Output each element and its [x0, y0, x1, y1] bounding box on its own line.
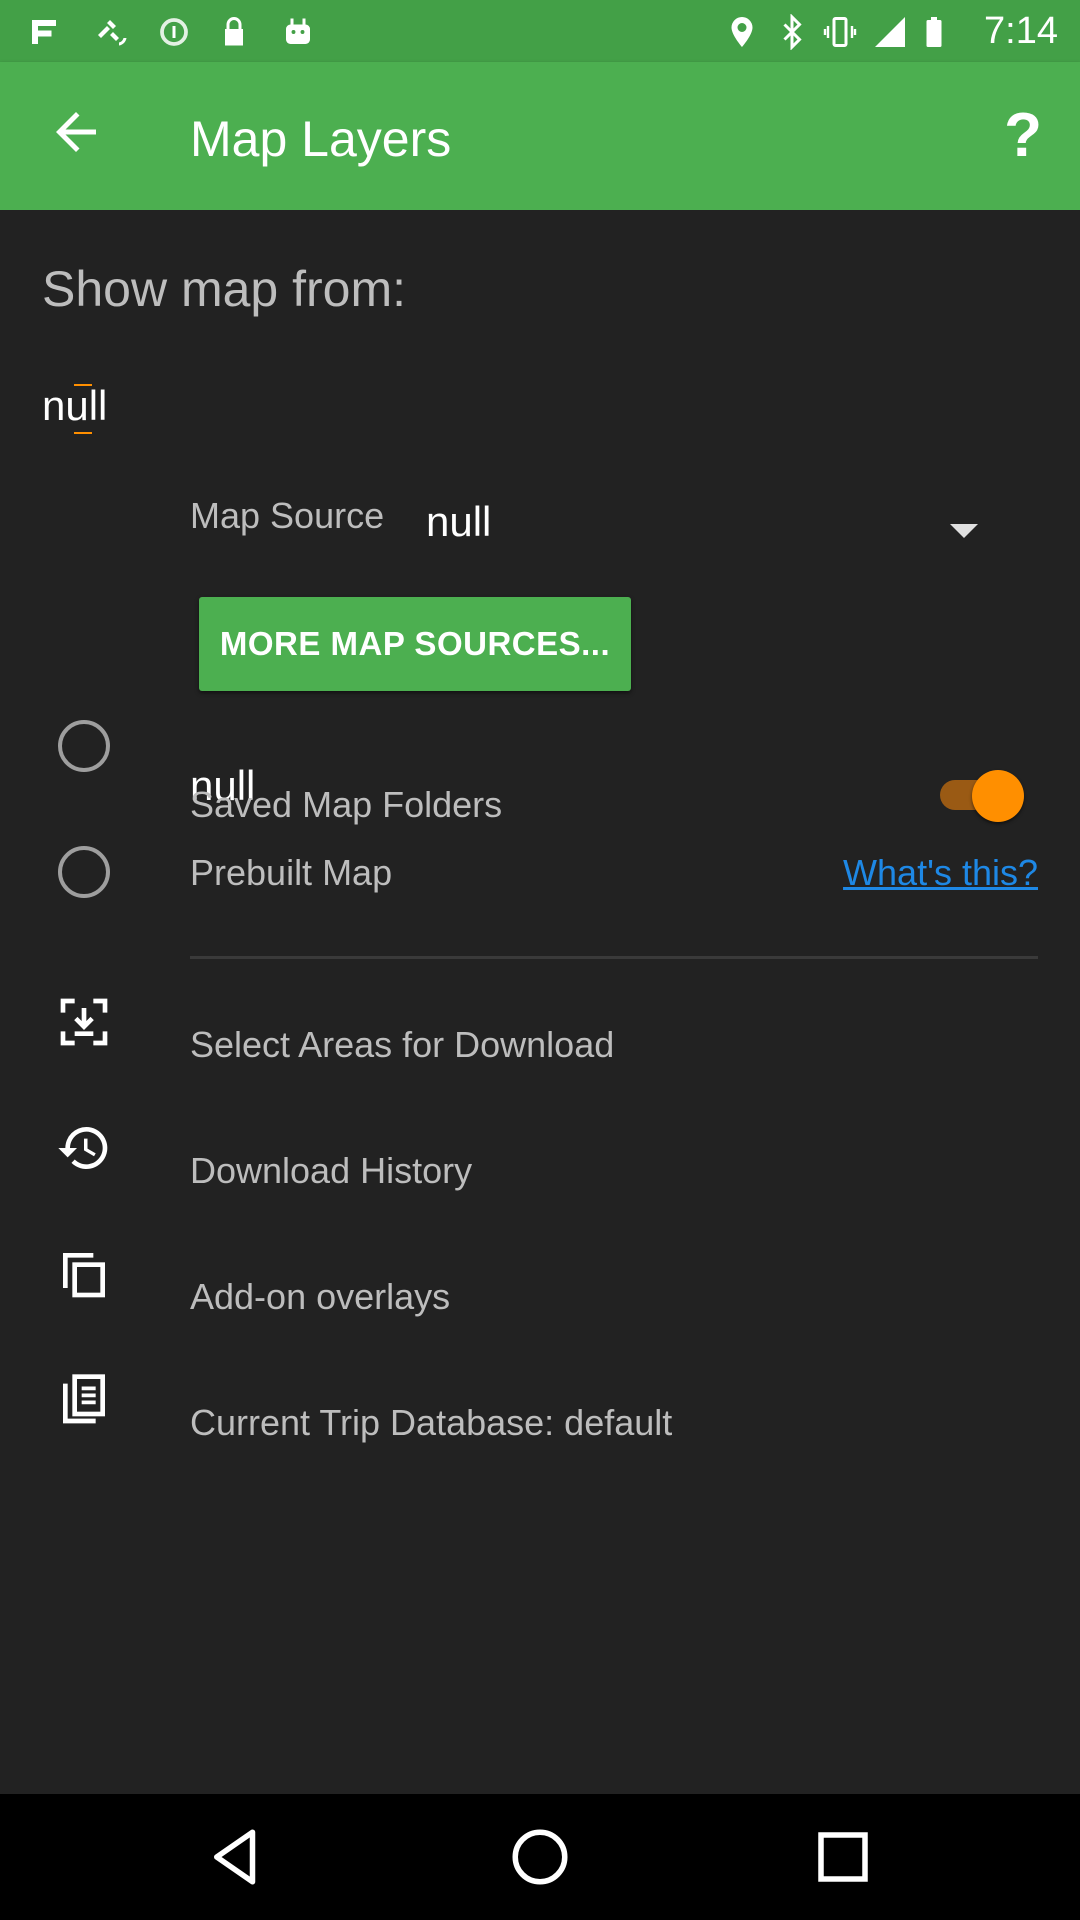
divider [190, 956, 1038, 959]
android-icon [286, 18, 310, 44]
dropdown-arrow-icon [950, 524, 978, 538]
lock-icon [225, 17, 243, 46]
signal-icon [875, 17, 905, 47]
satellite-icon [98, 20, 127, 46]
history-icon [58, 1127, 108, 1169]
show-map-from-heading: Show map from: [42, 261, 407, 317]
data-saver-icon [160, 18, 188, 46]
navigation-bar [0, 1794, 1080, 1920]
back-nav-icon[interactable] [203, 1824, 269, 1890]
page-title: Map Layers [190, 111, 452, 167]
location-icon [731, 17, 753, 47]
map-source-dropdown[interactable]: null [426, 498, 996, 568]
back-arrow-icon[interactable] [46, 102, 106, 162]
saved-map-folders-label[interactable]: Saved Map Folders [190, 784, 502, 826]
fake-gps-icon [32, 20, 56, 44]
prebuilt-map-radio[interactable] [58, 846, 110, 898]
bluetooth-icon [783, 14, 802, 50]
download-area-icon [60, 998, 108, 1046]
saved-map-folders-radio[interactable] [58, 720, 110, 772]
database-icon [63, 1374, 105, 1424]
battery-icon [926, 17, 942, 47]
radio-mark-top [74, 384, 92, 386]
selected-source-radio-label[interactable]: null [42, 382, 108, 434]
more-map-sources-button[interactable]: MORE MAP SOURCES... [199, 597, 631, 691]
selected-source-label: null [42, 382, 108, 429]
vibrate-icon [823, 17, 857, 47]
map-source-label: Map Source [190, 495, 385, 536]
help-button[interactable]: ? [1004, 100, 1042, 171]
prebuilt-map-label[interactable]: Prebuilt Map [190, 852, 392, 894]
overlays-icon [63, 1253, 105, 1298]
map-source-value: null [426, 498, 492, 545]
recents-nav-icon[interactable] [810, 1824, 876, 1890]
menu-add-on-overlays[interactable]: Add-on overlays [190, 1276, 450, 1318]
menu-current-trip-database[interactable]: Current Trip Database: default [190, 1402, 672, 1444]
status-time: 7:14 [984, 10, 1058, 52]
app-bar: Map Layers ? [0, 62, 1080, 210]
menu-download-history[interactable]: Download History [190, 1150, 472, 1192]
whats-this-link[interactable]: What's this? [843, 852, 1038, 894]
layer-toggle-switch[interactable] [938, 766, 1028, 822]
home-nav-icon[interactable] [507, 1824, 573, 1890]
status-bar: 7:14 [0, 0, 1080, 62]
toggle-thumb [972, 770, 1024, 822]
map-layers-content: Show map from: null Map Source null MORE… [0, 210, 1080, 1794]
menu-select-areas[interactable]: Select Areas for Download [190, 1024, 614, 1066]
radio-mark-bottom [74, 432, 92, 434]
